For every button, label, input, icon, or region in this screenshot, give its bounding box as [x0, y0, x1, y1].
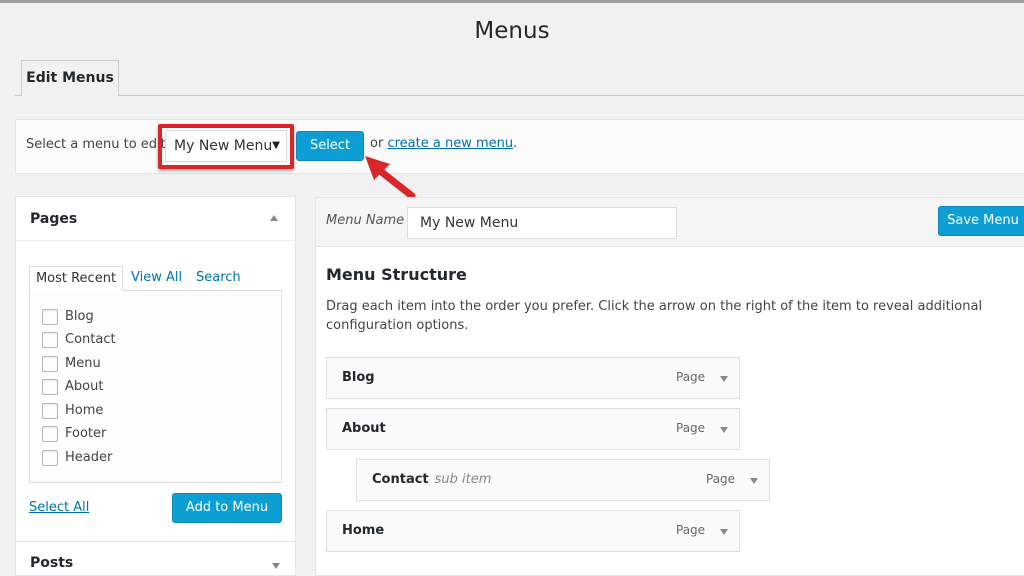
collapse-arrow-icon[interactable]: [270, 215, 278, 221]
tab-search[interactable]: Search: [196, 266, 241, 291]
page-checkbox[interactable]: [42, 356, 58, 372]
menu-item-type: Page: [706, 472, 736, 486]
page-checkbox-label: Menu: [65, 356, 101, 371]
select-all-link[interactable]: Select All: [29, 500, 89, 515]
menu-item-title-text: Contact: [372, 472, 429, 487]
menu-item-expand-icon[interactable]: [720, 376, 728, 382]
page-checkbox[interactable]: [42, 450, 58, 466]
select-menu-label: Select a menu to edit:: [26, 137, 171, 152]
menu-item-title: Blog: [342, 370, 375, 385]
tab-edit-menus[interactable]: Edit Menus: [21, 60, 119, 96]
menu-item-title-text: Blog: [342, 370, 375, 385]
period-text: .: [513, 136, 518, 151]
menu-item-title-text: About: [342, 421, 386, 436]
posts-title[interactable]: Posts: [30, 555, 73, 571]
posts-divider: [15, 541, 296, 542]
menu-item-type: Page: [676, 370, 706, 384]
menu-item-type: Page: [676, 523, 706, 537]
expand-arrow-icon[interactable]: [272, 563, 280, 569]
page-checkbox[interactable]: [42, 309, 58, 325]
page-checkbox-label: Footer: [65, 426, 107, 441]
tab-bar-line: [15, 95, 1024, 96]
menu-item-title: Home: [342, 523, 384, 538]
page-checkbox[interactable]: [42, 379, 58, 395]
menu-item-expand-icon[interactable]: [720, 427, 728, 433]
menu-item-expand-icon[interactable]: [720, 529, 728, 535]
page-checkbox[interactable]: [42, 403, 58, 419]
menu-structure-title: Menu Structure: [326, 265, 467, 284]
top-border: [0, 0, 1024, 3]
page-checkbox-label: Header: [65, 450, 113, 465]
page-checkbox[interactable]: [42, 426, 58, 442]
menu-item-title: About: [342, 421, 386, 436]
menu-structure-description: Drag each item into the order you prefer…: [326, 299, 983, 333]
menu-name-label: Menu Name: [326, 213, 405, 228]
page-checkbox-label: About: [65, 379, 104, 394]
page-checkbox-label: Home: [65, 403, 104, 418]
or-create-text: or create a new menu.: [370, 136, 517, 151]
page-checkbox-label: Blog: [65, 309, 94, 324]
add-to-menu-button[interactable]: Add to Menu: [172, 493, 282, 523]
highlight-box: [158, 124, 294, 169]
pages-title: Pages: [30, 211, 78, 227]
menu-item[interactable]: About Page: [326, 408, 740, 450]
menu-item-title: Contact sub item: [372, 472, 491, 487]
tab-most-recent[interactable]: Most Recent: [29, 266, 123, 291]
select-button[interactable]: Select: [296, 131, 364, 161]
menu-item-expand-icon[interactable]: [750, 478, 758, 484]
menu-item-sub[interactable]: Contact sub item Page: [356, 459, 770, 501]
page-checkbox-label: Contact: [65, 332, 116, 347]
annotation-arrow-icon: [365, 156, 416, 200]
page-title: Menus: [474, 18, 550, 44]
menu-item[interactable]: Blog Page: [326, 357, 740, 399]
or-text: or: [370, 136, 384, 151]
page-checkbox[interactable]: [42, 332, 58, 348]
menu-item-type: Page: [676, 421, 706, 435]
tab-view-all[interactable]: View All: [131, 266, 182, 291]
menu-name-input[interactable]: My New Menu: [407, 207, 677, 239]
menu-item[interactable]: Home Page: [326, 510, 740, 552]
menu-item-title-text: Home: [342, 523, 385, 538]
create-new-menu-link[interactable]: create a new menu: [387, 136, 513, 151]
menu-item-sub-label: sub item: [434, 472, 492, 487]
save-menu-button[interactable]: Save Menu: [938, 206, 1024, 236]
